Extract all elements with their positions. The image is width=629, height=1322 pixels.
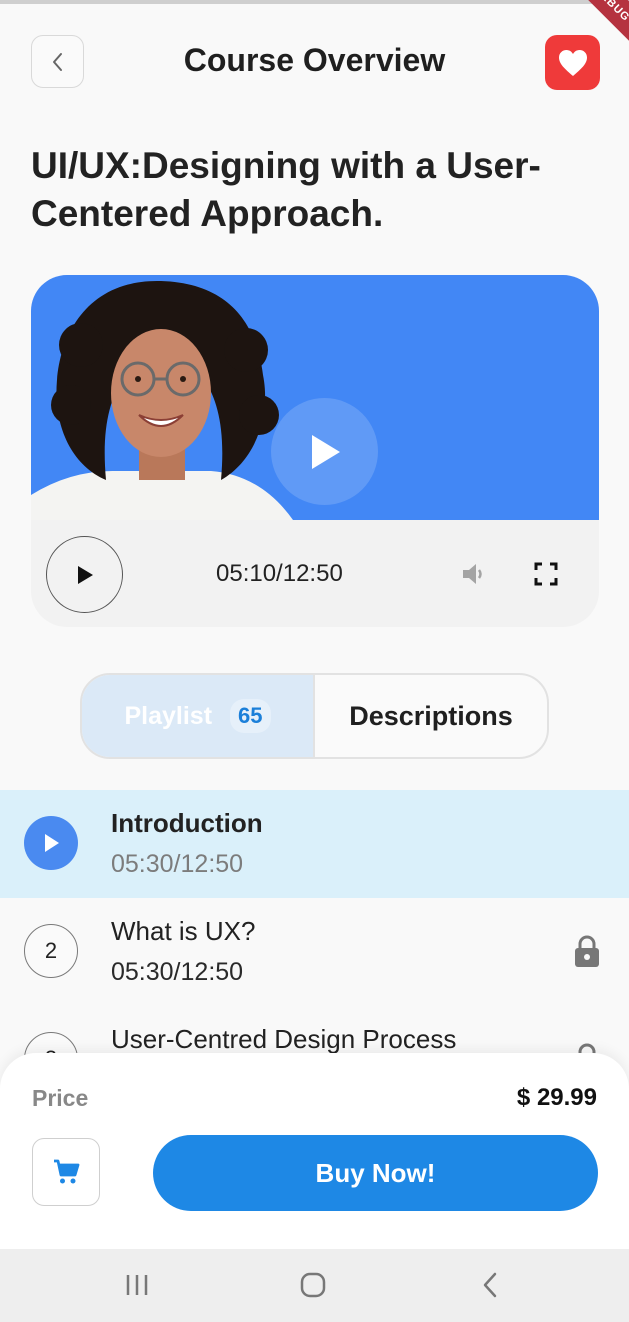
lesson-title: Introduction — [111, 808, 263, 838]
video-player: 05:10/12:50 — [31, 275, 599, 627]
lock-icon — [573, 934, 601, 973]
play-icon — [45, 834, 59, 852]
lesson-item[interactable]: Introduction 05:30/12:50 — [0, 790, 629, 898]
play-icon — [77, 565, 93, 584]
tab-descriptions[interactable]: Descriptions — [315, 675, 547, 757]
tab-playlist[interactable]: Playlist 65 — [82, 675, 315, 757]
checkout-panel: Price $ 29.99 Buy Now! — [0, 1053, 629, 1249]
fullscreen-icon — [534, 562, 558, 586]
lesson-duration: 05:30/12:50 — [111, 958, 244, 986]
page-title: Course Overview — [183, 42, 446, 78]
status-strip — [0, 0, 629, 4]
price-label: Price — [32, 1085, 89, 1111]
volume-icon — [463, 564, 482, 584]
volume-button[interactable] — [461, 562, 487, 591]
add-to-cart-button[interactable] — [32, 1138, 100, 1206]
buy-now-button[interactable]: Buy Now! — [153, 1135, 598, 1211]
play-icon — [311, 434, 340, 469]
tab-playlist-label: Playlist — [124, 701, 213, 730]
system-nav-bar — [0, 1249, 629, 1322]
cart-icon — [54, 1159, 80, 1184]
content-tabs: Playlist 65 Descriptions — [80, 673, 549, 759]
price-value: $ 29.99 — [516, 1084, 597, 1111]
system-back-button[interactable] — [479, 1270, 501, 1305]
instructor-photo — [31, 280, 293, 520]
playback-time: 05:10/12:50 — [216, 560, 343, 587]
video-play-button[interactable] — [271, 398, 378, 505]
lesson-number: 2 — [24, 924, 78, 978]
recents-button[interactable] — [124, 1272, 150, 1303]
favorite-button[interactable] — [545, 35, 600, 90]
video-controls: 05:10/12:50 — [31, 520, 599, 627]
playlist-count-badge: 65 — [230, 699, 271, 733]
home-icon — [300, 1272, 326, 1298]
fullscreen-button[interactable] — [534, 562, 558, 591]
heart-icon — [558, 49, 587, 76]
video-thumbnail[interactable] — [31, 275, 599, 520]
course-title: UI/UX:Designing with a User-Centered App… — [31, 145, 541, 234]
play-pause-button[interactable] — [46, 536, 123, 613]
lesson-duration: 05:30/12:50 — [111, 850, 244, 878]
home-button[interactable] — [299, 1271, 327, 1304]
lesson-play-indicator — [24, 816, 78, 870]
lesson-item[interactable]: 2 What is UX? 05:30/12:50 — [0, 898, 629, 1006]
back-icon — [483, 1272, 497, 1298]
lesson-title: User-Centred Design Process — [111, 1024, 457, 1054]
lesson-title: What is UX? — [111, 916, 256, 946]
recents-icon — [126, 1275, 148, 1295]
